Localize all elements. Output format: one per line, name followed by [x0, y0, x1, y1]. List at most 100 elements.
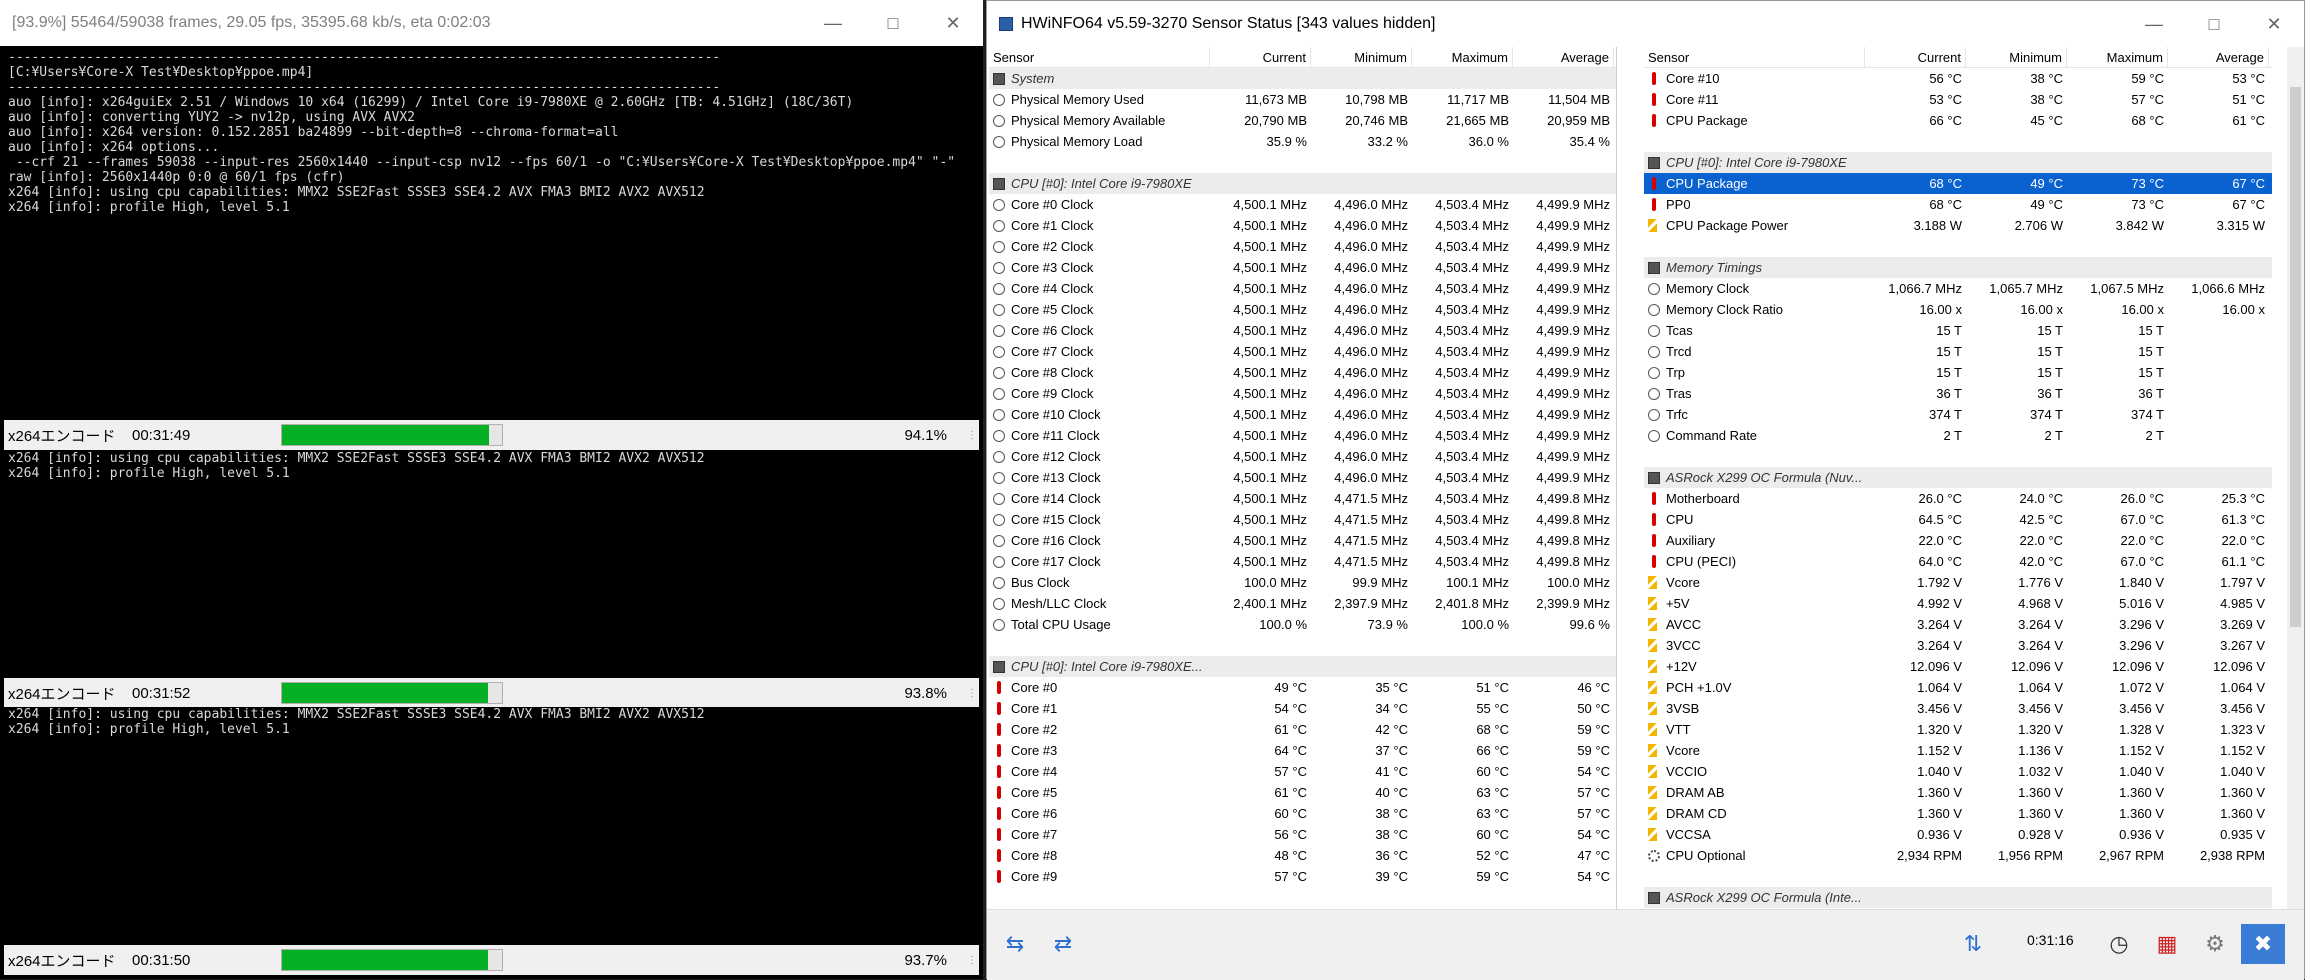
sensor-row[interactable]: Mesh/LLC Clock 2,400.1 MHz 2,397.9 MHz 2,40…	[989, 593, 1616, 614]
sensor-row[interactable]: +5V 4.992 V 4.968 V 5.016 V 4.985 V	[1644, 593, 2272, 614]
column-header-sensor[interactable]: Sensor	[1644, 47, 1865, 67]
sensor-row[interactable]: VCCIO 1.040 V 1.032 V 1.040 V 1.040 V	[1644, 761, 2272, 782]
expand-arrows-icon[interactable]: ⇆	[993, 924, 1037, 964]
sensor-row[interactable]: CPU Package 68 °C 49 °C 73 °C 67 °C	[1644, 173, 2272, 194]
sensor-row[interactable]: Tcas 15 T 15 T 15 T	[1644, 320, 2272, 341]
sensor-row[interactable]: Vcore 1.792 V 1.776 V 1.840 V 1.797 V	[1644, 572, 2272, 593]
sensor-group[interactable]: CPU [#0]: Intel Core i9-7980XE	[1644, 152, 2272, 173]
gear-icon[interactable]: ⚙	[2193, 924, 2237, 964]
sensor-row[interactable]: AVCC 3.264 V 3.264 V 3.296 V 3.269 V	[1644, 614, 2272, 635]
sensor-row[interactable]: Core #11 Clock 4,500.1 MHz 4,496.0 MHz 4,50…	[989, 425, 1616, 446]
sensor-row[interactable]: Core #4 57 °C 41 °C 60 °C 54 °C	[989, 761, 1616, 782]
sensor-row[interactable]: PP0 68 °C 49 °C 73 °C 67 °C	[1644, 194, 2272, 215]
column-header-maximum[interactable]: Maximum	[2067, 47, 2168, 67]
reset-icon[interactable]: ▦	[2145, 924, 2189, 964]
sensor-row[interactable]: Vcore 1.152 V 1.136 V 1.152 V 1.152 V	[1644, 740, 2272, 761]
sensor-row[interactable]: Core #5 Clock 4,500.1 MHz 4,496.0 MHz 4,503…	[989, 299, 1616, 320]
sensor-row[interactable]: VCCSA 0.936 V 0.928 V 0.936 V 0.935 V	[1644, 824, 2272, 845]
resize-grip-icon[interactable]: ⋮	[967, 955, 979, 966]
sensor-group[interactable]: CPU [#0]: Intel Core i9-7980XE	[989, 173, 1616, 194]
sensor-row[interactable]: Total CPU Usage 100.0 % 73.9 % 100.0 % 99.6 …	[989, 614, 1616, 635]
sensor-row[interactable]: Core #6 60 °C 38 °C 63 °C 57 °C	[989, 803, 1616, 824]
column-header-average[interactable]: Average	[2168, 47, 2269, 67]
sensor-row[interactable]: Tras 36 T 36 T 36 T	[1644, 383, 2272, 404]
sensor-row[interactable]: 3VCC 3.264 V 3.264 V 3.296 V 3.267 V	[1644, 635, 2272, 656]
column-header-maximum[interactable]: Maximum	[1412, 47, 1513, 67]
network-icon[interactable]: ⇅	[1949, 924, 1997, 964]
sensor-row[interactable]: Core #5 61 °C 40 °C 63 °C 57 °C	[989, 782, 1616, 803]
sensor-row[interactable]: Memory Clock 1,066.7 MHz 1,065.7 MHz 1,067.…	[1644, 278, 2272, 299]
maximize-button[interactable]: □	[863, 0, 923, 46]
sensor-row[interactable]: Core #1 Clock 4,500.1 MHz 4,496.0 MHz 4,503…	[989, 215, 1616, 236]
sensor-row[interactable]: Core #10 Clock 4,500.1 MHz 4,496.0 MHz 4,50…	[989, 404, 1616, 425]
sensor-row[interactable]: Core #1 54 °C 34 °C 55 °C 50 °C	[989, 698, 1616, 719]
close-button[interactable]: ✕	[923, 0, 983, 46]
maximize-button[interactable]: □	[2184, 1, 2244, 47]
column-header-current[interactable]: Current	[1210, 47, 1311, 67]
sensor-row[interactable]: Auxiliary 22.0 °C 22.0 °C 22.0 °C 22.0 °C	[1644, 530, 2272, 551]
clock-icon[interactable]: ◷	[2097, 924, 2141, 964]
sensor-row[interactable]: Core #17 Clock 4,500.1 MHz 4,471.5 MHz 4,50…	[989, 551, 1616, 572]
sensor-row[interactable]: Core #14 Clock 4,500.1 MHz 4,471.5 MHz 4,50…	[989, 488, 1616, 509]
sensor-row[interactable]: Trcd 15 T 15 T 15 T	[1644, 341, 2272, 362]
sensor-row[interactable]: PCH +1.0V 1.064 V 1.064 V 1.072 V 1.064 V	[1644, 677, 2272, 698]
sensor-group[interactable]: Memory Timings	[1644, 257, 2272, 278]
sensor-row[interactable]: Core #3 64 °C 37 °C 66 °C 59 °C	[989, 740, 1616, 761]
sensor-row[interactable]: Core #10 56 °C 38 °C 59 °C 53 °C	[1644, 68, 2272, 89]
sensor-row[interactable]: +12V 12.096 V 12.096 V 12.096 V 12.096 V	[1644, 656, 2272, 677]
sensor-row[interactable]: Core #0 49 °C 35 °C 51 °C 46 °C	[989, 677, 1616, 698]
sensor-row[interactable]: CPU Optional 2,934 RPM 1,956 RPM 2,967 RPM 2…	[1644, 845, 2272, 866]
close-icon[interactable]: ✖	[2241, 924, 2285, 964]
column-header-minimum[interactable]: Minimum	[1966, 47, 2067, 67]
sensor-row[interactable]: Memory Clock Ratio 16.00 x 16.00 x 16.00 x 1…	[1644, 299, 2272, 320]
console-pane-1[interactable]: ----------------------------------------…	[4, 50, 979, 413]
sensor-row[interactable]: Core #16 Clock 4,500.1 MHz 4,471.5 MHz 4,50…	[989, 530, 1616, 551]
sensor-row[interactable]: Core #9 Clock 4,500.1 MHz 4,496.0 MHz 4,503…	[989, 383, 1616, 404]
sensor-row[interactable]: Core #9 57 °C 39 °C 59 °C 54 °C	[989, 866, 1616, 887]
minimize-button[interactable]: —	[2124, 1, 2184, 47]
sensor-row[interactable]: VTT 1.320 V 1.320 V 1.328 V 1.323 V	[1644, 719, 2272, 740]
sensor-row[interactable]: Physical Memory Used 11,673 MB 10,798 MB 11…	[989, 89, 1616, 110]
column-header-sensor[interactable]: Sensor	[989, 47, 1210, 67]
minimize-button[interactable]: —	[803, 0, 863, 46]
sensor-group[interactable]: CPU [#0]: Intel Core i9-7980XE...	[989, 656, 1616, 677]
sensor-table-right[interactable]: Sensor Current Minimum Maximum Average Core #…	[1644, 47, 2272, 909]
resize-grip-icon[interactable]: ⋮	[967, 430, 979, 441]
sensor-row[interactable]: DRAM CD 1.360 V 1.360 V 1.360 V 1.360 V	[1644, 803, 2272, 824]
sensor-row[interactable]: Core #11 53 °C 38 °C 57 °C 51 °C	[1644, 89, 2272, 110]
sensor-row[interactable]: CPU 64.5 °C 42.5 °C 67.0 °C 61.3 °C	[1644, 509, 2272, 530]
scrollbar-thumb[interactable]	[2290, 87, 2301, 627]
vertical-scrollbar[interactable]	[2287, 47, 2304, 909]
sensor-row[interactable]: Core #0 Clock 4,500.1 MHz 4,496.0 MHz 4,503…	[989, 194, 1616, 215]
sensor-group[interactable]: ASRock X299 OC Formula (Nuv...	[1644, 467, 2272, 488]
sensor-row[interactable]: Core #7 Clock 4,500.1 MHz 4,496.0 MHz 4,503…	[989, 341, 1616, 362]
column-header-current[interactable]: Current	[1865, 47, 1966, 67]
sensor-row[interactable]: Command Rate 2 T 2 T 2 T	[1644, 425, 2272, 446]
sensor-row[interactable]: Physical Memory Load 35.9 % 33.2 % 36.0 % 35…	[989, 131, 1616, 152]
sensor-row[interactable]: CPU (PECI) 64.0 °C 42.0 °C 67.0 °C 61.1 °C	[1644, 551, 2272, 572]
collapse-arrows-icon[interactable]: ⇄	[1041, 924, 1085, 964]
sensor-row[interactable]: Core #3 Clock 4,500.1 MHz 4,496.0 MHz 4,503…	[989, 257, 1616, 278]
sensor-row[interactable]: Core #4 Clock 4,500.1 MHz 4,496.0 MHz 4,503…	[989, 278, 1616, 299]
sensor-row[interactable]: Core #7 56 °C 38 °C 60 °C 54 °C	[989, 824, 1616, 845]
sensor-group[interactable]: ASRock X299 OC Formula (Inte...	[1644, 887, 2272, 908]
sensor-row[interactable]: Trfc 374 T 374 T 374 T	[1644, 404, 2272, 425]
sensor-row[interactable]: Core #2 61 °C 42 °C 68 °C 59 °C	[989, 719, 1616, 740]
sensor-row[interactable]: Motherboard 26.0 °C 24.0 °C 26.0 °C 25.3 °C	[1644, 488, 2272, 509]
column-header-average[interactable]: Average	[1513, 47, 1614, 67]
console-pane-2[interactable]: x264 [info]: using cpu capabilities: MMX…	[4, 451, 979, 675]
sensor-row[interactable]: Core #12 Clock 4,500.1 MHz 4,496.0 MHz 4,50…	[989, 446, 1616, 467]
sensor-row[interactable]: Core #13 Clock 4,500.1 MHz 4,496.0 MHz 4,50…	[989, 467, 1616, 488]
sensor-row[interactable]: Core #8 Clock 4,500.1 MHz 4,496.0 MHz 4,503…	[989, 362, 1616, 383]
sensor-row[interactable]: Core #2 Clock 4,500.1 MHz 4,496.0 MHz 4,503…	[989, 236, 1616, 257]
sensor-row[interactable]: Core #15 Clock 4,500.1 MHz 4,471.5 MHz 4,50…	[989, 509, 1616, 530]
sensor-row[interactable]: Core #8 48 °C 36 °C 52 °C 47 °C	[989, 845, 1616, 866]
sensor-row[interactable]: Trp 15 T 15 T 15 T	[1644, 362, 2272, 383]
sensor-group[interactable]: System	[989, 68, 1616, 89]
sensor-table-left[interactable]: Sensor Current Minimum Maximum Average System…	[989, 47, 1617, 909]
resize-grip-icon[interactable]: ⋮	[967, 688, 979, 699]
sensor-row[interactable]: CPU Package 66 °C 45 °C 68 °C 61 °C	[1644, 110, 2272, 131]
sensor-row[interactable]: DRAM AB 1.360 V 1.360 V 1.360 V 1.360 V	[1644, 782, 2272, 803]
sensor-row[interactable]: Core #6 Clock 4,500.1 MHz 4,496.0 MHz 4,503…	[989, 320, 1616, 341]
sensor-row[interactable]: Bus Clock 100.0 MHz 99.9 MHz 100.1 MHz 100.0…	[989, 572, 1616, 593]
